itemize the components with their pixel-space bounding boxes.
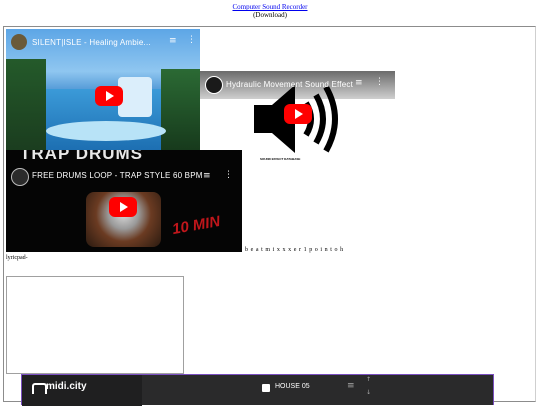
trap-drums-title: TRAP DRUMS [20, 150, 144, 163]
video-title[interactable]: FREE DRUMS LOOP - TRAP STYLE 60 BPM [32, 171, 203, 180]
beatmixxxer-text: beatmixxxer1pointoh [245, 247, 346, 253]
channel-avatar-icon [11, 34, 27, 50]
more-options-icon[interactable]: ⋮ [375, 77, 384, 87]
midi-city-logo-icon [32, 383, 47, 394]
more-options-icon[interactable]: ⋮ [224, 170, 233, 180]
queue-icon[interactable]: ≡ [355, 78, 363, 88]
play-button-icon[interactable] [95, 86, 123, 106]
queue-icon[interactable]: ≡ [169, 36, 177, 46]
palm-left [6, 59, 46, 150]
lyricpad-textarea[interactable] [6, 276, 184, 374]
video-embed-healing-ambient[interactable]: SILENT|ISLE - Healing Ambie... ≡ ⋮ [6, 29, 200, 150]
sound-effect-caption: SOUND EFFECT DATABASE [260, 157, 301, 161]
palm-right [161, 69, 200, 150]
video-embed-drums-loop[interactable]: TRAP DRUMS 10 MIN FREE DRUMS LOOP - TRAP… [6, 150, 242, 252]
queue-icon[interactable]: ≡ [203, 171, 211, 181]
play-button-icon[interactable] [109, 197, 137, 217]
scroll-up-icon[interactable]: ↑ [366, 376, 371, 383]
channel-avatar-icon [205, 76, 223, 94]
midi-city-brand: midi.city [46, 381, 87, 392]
ten-min-overlay: 10 MIN [170, 212, 222, 239]
channel-avatar-icon [11, 168, 29, 186]
video-title[interactable]: Hydraulic Movement Sound Effect [226, 80, 353, 89]
midi-city-embed[interactable]: midi.city HOUSE 05 ≡ ↑ ↓ [21, 374, 494, 406]
ice-sculpture [118, 77, 152, 117]
video-title[interactable]: SILENT|ISLE - Healing Ambie... [32, 38, 151, 47]
preset-name[interactable]: HOUSE 05 [275, 383, 310, 390]
video-embed-hydraulic[interactable]: SOUND EFFECT DATABASE Hydraulic Movement… [200, 71, 395, 161]
scroll-down-icon[interactable]: ↓ [366, 389, 371, 396]
pool [46, 121, 166, 141]
lyricpad-label: lyricpad- [6, 255, 28, 261]
preset-icon [262, 384, 270, 392]
download-note: (Download) [253, 11, 287, 19]
play-button-icon[interactable] [284, 104, 312, 124]
computer-sound-recorder-link[interactable]: Computer Sound Recorder [0, 3, 540, 11]
more-options-icon[interactable]: ⋮ [187, 35, 196, 45]
menu-icon[interactable]: ≡ [347, 381, 355, 391]
